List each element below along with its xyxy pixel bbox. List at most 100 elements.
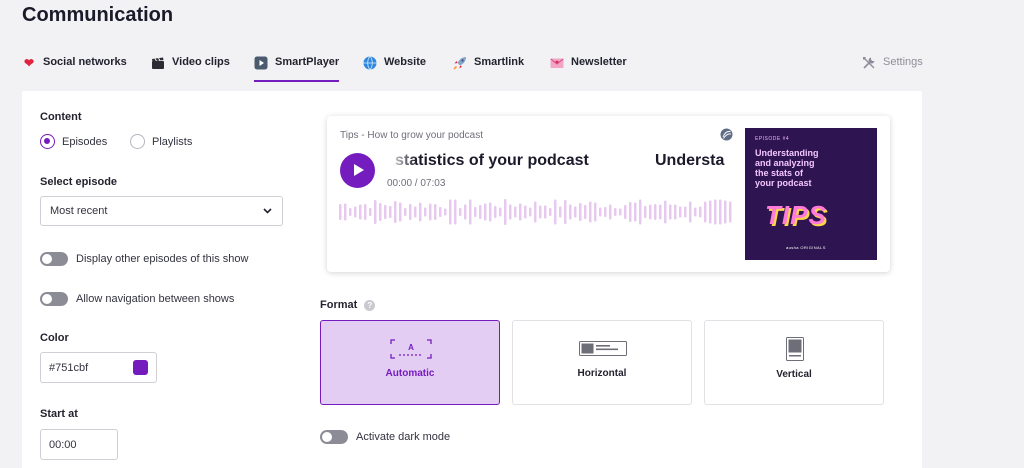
waveform-bar: [499, 207, 502, 217]
waveform-bar: [674, 204, 677, 220]
tab-smartlink[interactable]: Smartlink: [453, 56, 524, 82]
radio-button-checked[interactable]: [40, 134, 55, 149]
waveform-bar: [454, 199, 457, 225]
waveform-bar: [579, 203, 582, 221]
format-option-label: Vertical: [776, 369, 812, 380]
waveform-bar: [519, 203, 522, 221]
waveform-bar: [349, 208, 352, 216]
cover-headline-line: the stats of: [755, 168, 804, 178]
waveform[interactable]: [339, 198, 735, 226]
episode-title: statistics of your podcast: [395, 152, 589, 169]
color-swatch[interactable]: [133, 360, 148, 375]
tools-icon: [862, 56, 876, 70]
waveform-bar: [639, 199, 642, 225]
chevron-down-icon: [263, 205, 272, 217]
tab-newsletter[interactable]: Newsletter: [550, 56, 627, 82]
waveform-bar: [539, 205, 542, 219]
waveform-bar: [564, 200, 567, 224]
waveform-bar: [609, 204, 612, 220]
cover-brand: ausha ORIGINALS: [786, 245, 826, 250]
waveform-bar: [414, 206, 417, 218]
radio-label: Playlists: [152, 135, 193, 148]
waveform-bar: [614, 208, 617, 216]
waveform-bar: [684, 206, 687, 218]
format-option-label: Horizontal: [577, 368, 627, 379]
tab-website[interactable]: Website: [363, 56, 426, 82]
play-button[interactable]: [340, 153, 375, 188]
vertical-format-icon: [786, 337, 804, 361]
waveform-bar: [679, 206, 682, 218]
waveform-bar: [399, 202, 402, 222]
waveform-bar: [394, 201, 397, 223]
waveform-bar: [694, 207, 697, 217]
format-vertical-card[interactable]: Vertical: [704, 320, 884, 405]
dark-mode-toggle[interactable]: [320, 430, 348, 444]
waveform-bar: [589, 201, 592, 223]
radio-episodes[interactable]: Episodes: [40, 134, 107, 149]
waveform-bar: [419, 202, 422, 222]
settings-label: Settings: [883, 56, 923, 68]
clapperboard-icon: [151, 56, 165, 70]
globe-icon: [363, 56, 377, 70]
waveform-bar: [594, 202, 597, 222]
waveform-bar: [354, 206, 357, 218]
toggle-label: Activate dark mode: [356, 431, 451, 443]
waveform-bar: [484, 203, 487, 221]
tab-label: Newsletter: [571, 56, 627, 68]
waveform-bar: [664, 200, 667, 224]
tab-smartplayer[interactable]: SmartPlayer: [254, 56, 340, 82]
display-other-episodes-toggle[interactable]: [40, 252, 68, 266]
select-episode-dropdown[interactable]: Most recent: [40, 196, 283, 226]
format-horizontal-card[interactable]: Horizontal: [512, 320, 692, 405]
select-episode-label: Select episode: [40, 176, 118, 188]
waveform-bar: [379, 203, 382, 221]
format-label-text: Format: [320, 299, 358, 311]
waveform-bar: [369, 208, 372, 216]
waveform-bar: [619, 208, 622, 216]
waveform-bar: [569, 204, 572, 220]
waveform-bar: [464, 204, 467, 220]
waveform-bar: [384, 205, 387, 219]
settings-link[interactable]: Settings: [862, 56, 923, 82]
cover-episode: EPISODE #4: [755, 136, 790, 142]
start-at-input[interactable]: 00:00: [40, 429, 118, 460]
radio-button[interactable]: [130, 134, 145, 149]
waveform-bar: [729, 201, 732, 223]
rocket-icon: [453, 56, 467, 70]
color-input[interactable]: #751cbf: [40, 352, 157, 383]
toggle-label: Allow navigation between shows: [76, 293, 235, 305]
horizontal-format-icon: [579, 341, 627, 356]
cover-headline-line: and analyzing: [755, 158, 815, 168]
waveform-bar: [389, 206, 392, 218]
waveform-bar: [599, 207, 602, 217]
waveform-bar: [649, 204, 652, 220]
select-value: Most recent: [50, 205, 108, 217]
waveform-bar: [449, 199, 452, 225]
allow-navigation-row: Allow navigation between shows: [40, 292, 234, 306]
waveform-bar: [704, 201, 707, 223]
tab-social-networks[interactable]: ❤ Social networks: [22, 56, 127, 82]
cover-tips-text: TIPS: [765, 200, 827, 230]
episode-title-next: Understa: [655, 152, 725, 169]
dark-mode-row: Activate dark mode: [320, 430, 450, 444]
format-label: Format ?: [320, 299, 376, 311]
ausha-logo-icon: [720, 128, 733, 141]
waveform-bar: [404, 208, 407, 216]
toggle-label: Display other episodes of this show: [76, 253, 249, 265]
waveform-bar: [424, 207, 427, 217]
waveform-bar: [549, 208, 552, 216]
format-automatic-card[interactable]: A Automatic: [320, 320, 500, 405]
waveform-bar: [344, 203, 347, 221]
episode-cover-image: EPISODE #4 Understanding and analyzing t…: [745, 128, 877, 260]
radio-playlists[interactable]: Playlists: [130, 134, 192, 149]
waveform-bar: [584, 205, 587, 219]
waveform-bar: [339, 204, 342, 220]
tab-video-clips[interactable]: Video clips: [151, 56, 230, 82]
waveform-bar: [474, 207, 477, 217]
tab-label: SmartPlayer: [275, 56, 340, 68]
waveform-bar: [494, 206, 497, 218]
allow-navigation-toggle[interactable]: [40, 292, 68, 306]
waveform-bar: [709, 200, 712, 224]
help-icon[interactable]: ?: [364, 299, 376, 311]
display-other-episodes-row: Display other episodes of this show: [40, 252, 248, 266]
